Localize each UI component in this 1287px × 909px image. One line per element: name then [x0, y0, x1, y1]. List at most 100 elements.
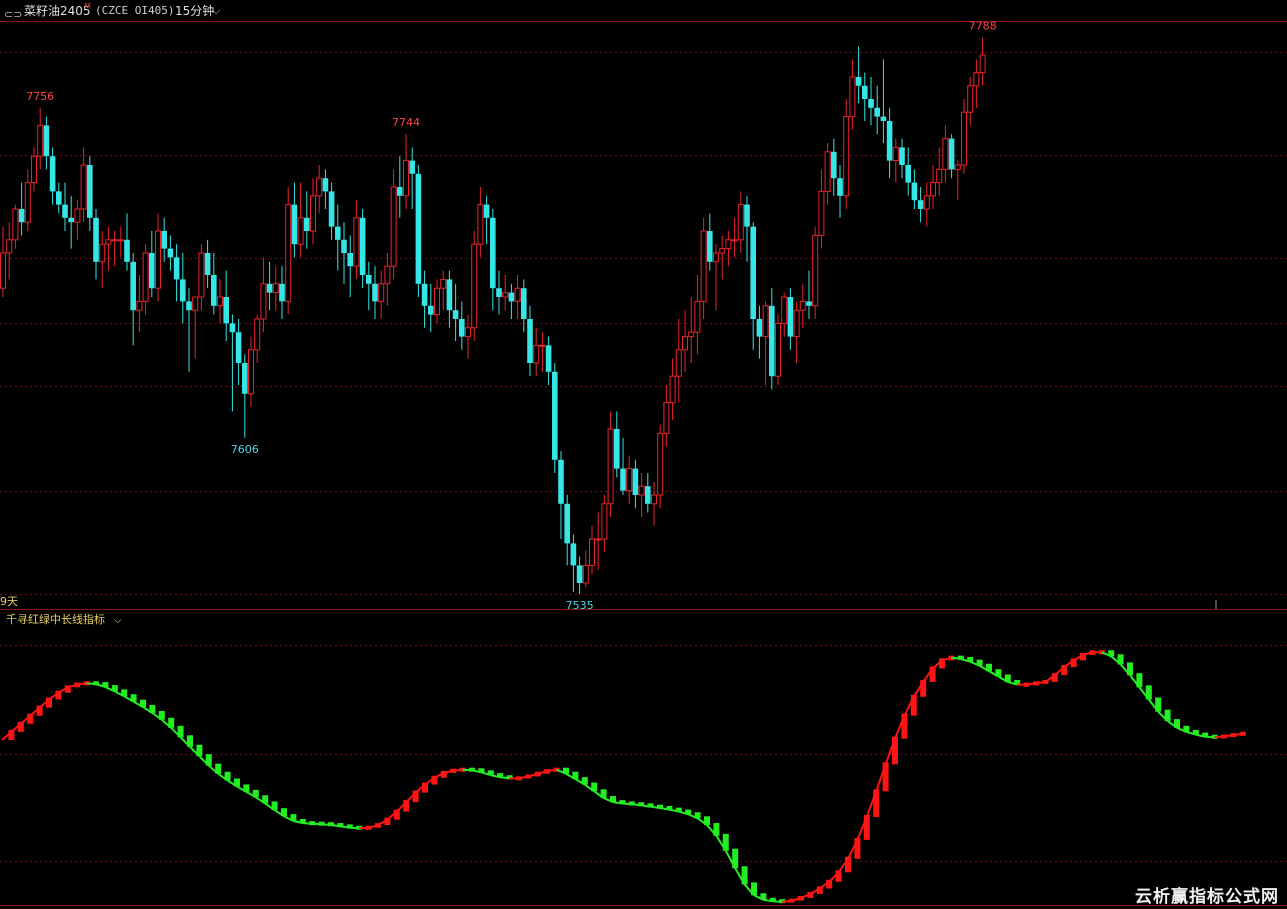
- candle-body: [347, 253, 353, 267]
- candle-body: [831, 151, 837, 179]
- candle-body: [31, 155, 37, 184]
- candle-body: [533, 344, 540, 364]
- candle-body: [954, 164, 961, 170]
- candle-body: [905, 165, 911, 183]
- indicator-link: [330, 824, 341, 828]
- candle-body: [911, 182, 918, 201]
- candle-body: [502, 292, 509, 298]
- indicator-link: [340, 825, 350, 829]
- candle-body: [818, 190, 825, 236]
- indicator-link: [500, 776, 510, 780]
- indicator-link: [650, 805, 661, 810]
- candle-body: [868, 99, 874, 108]
- candle-body: [180, 279, 186, 302]
- indicator-link: [77, 682, 87, 686]
- candle-body: [204, 253, 211, 275]
- candle-body: [874, 107, 880, 117]
- chevron-down-icon[interactable]: ⌵: [114, 615, 122, 626]
- indicator-link: [631, 803, 642, 807]
- candle-body: [483, 204, 490, 218]
- candle-body: [787, 297, 794, 337]
- candle-body: [428, 305, 434, 315]
- candle-body: [508, 292, 515, 302]
- candle-body: [335, 226, 341, 240]
- candle-body: [341, 239, 347, 253]
- candle-body: [111, 239, 118, 242]
- watermark: 云析赢指标公式网: [1135, 887, 1279, 907]
- candle-body: [942, 138, 949, 170]
- candle-body: [93, 217, 99, 262]
- candle-body: [254, 318, 261, 351]
- indicator-link: [1026, 682, 1037, 686]
- indicator-link: [1205, 735, 1215, 739]
- indicator-link: [462, 768, 473, 772]
- indicator-link: [547, 768, 557, 773]
- price-grid: [0, 52, 1287, 595]
- candle-body: [521, 288, 527, 319]
- indicator-link: [622, 802, 632, 806]
- candle-body: [694, 300, 701, 333]
- candle-body: [558, 459, 564, 504]
- candle-body: [663, 402, 670, 434]
- candle-body: [645, 486, 651, 504]
- indicator-title[interactable]: 千寻红绿中长线指标: [6, 612, 105, 626]
- candle-body: [948, 138, 955, 170]
- candle-body: [105, 239, 112, 245]
- candle-body: [316, 177, 323, 197]
- candle-body: [651, 494, 657, 505]
- candle-body: [812, 234, 819, 307]
- candle-body: [248, 349, 254, 395]
- candle-body: [936, 168, 943, 184]
- candle-body: [124, 239, 130, 262]
- candle-body: [198, 252, 205, 298]
- candle-body: [452, 310, 459, 319]
- candle-body: [359, 217, 366, 275]
- candle-body: [235, 332, 242, 363]
- indicator-link: [1214, 735, 1225, 739]
- candle-body: [806, 301, 812, 306]
- candle-body: [781, 296, 788, 324]
- candle-body: [415, 173, 422, 284]
- candle-body: [465, 327, 471, 338]
- candle-body: [173, 257, 180, 280]
- candle-body: [527, 319, 533, 363]
- candle-body: [576, 565, 583, 583]
- candle-body: [397, 187, 403, 196]
- candle-body: [775, 322, 781, 377]
- indicator-link: [763, 898, 773, 903]
- indicator-link: [612, 801, 623, 805]
- candle-body: [967, 85, 974, 113]
- candle-body: [285, 204, 292, 302]
- candle-body: [961, 111, 967, 166]
- candle-body: [892, 146, 899, 162]
- candle-body: [229, 323, 236, 333]
- candle-body: [18, 209, 25, 223]
- indicator-link: [359, 826, 369, 830]
- indicator-link: [349, 826, 360, 830]
- candle-body: [589, 538, 595, 566]
- indicator-link: [302, 822, 313, 825]
- indicator-link: [1233, 732, 1243, 737]
- candle-body: [37, 124, 44, 157]
- candle-body: [880, 116, 887, 121]
- candle-body: [440, 278, 447, 289]
- candle-body: [843, 116, 850, 197]
- candle-body: [0, 252, 6, 289]
- indicator-link: [86, 682, 97, 686]
- candle-body: [99, 243, 106, 263]
- candle-body: [142, 252, 149, 302]
- candle-body: [490, 217, 496, 289]
- candle-body: [769, 305, 775, 377]
- indicator-link: [453, 768, 463, 772]
- candle-body: [669, 375, 676, 404]
- candle-body: [310, 195, 316, 232]
- candle-body: [378, 283, 385, 302]
- candle-body: [366, 275, 372, 284]
- candle-body: [973, 72, 980, 87]
- indicator-link: [321, 823, 332, 827]
- candle-body: [799, 300, 806, 311]
- candle-body: [223, 297, 229, 324]
- candle-body: [682, 336, 688, 351]
- candle-body: [614, 429, 620, 469]
- candle-body: [719, 248, 726, 254]
